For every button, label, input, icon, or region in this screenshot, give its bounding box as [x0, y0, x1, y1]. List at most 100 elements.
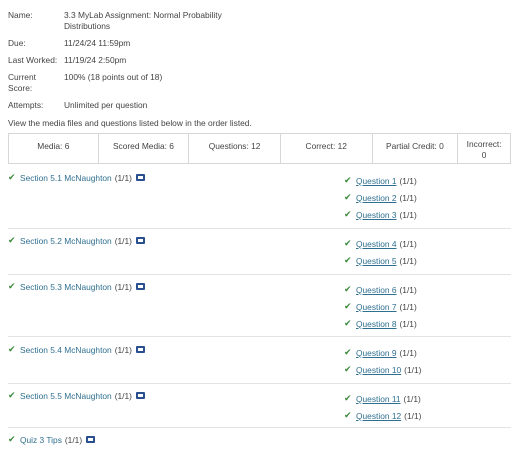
stat-partial-credit: Partial Credit: 0: [373, 134, 459, 163]
section-link[interactable]: Section 5.2 McNaughton: [20, 236, 112, 246]
check-icon: ✔: [344, 284, 352, 294]
section-header: ✔ Section 5.5 McNaughton (1/1): [8, 390, 145, 401]
media-icon[interactable]: [135, 346, 145, 353]
media-icon[interactable]: [135, 237, 145, 244]
quiz-tips-link[interactable]: Quiz 3 Tips: [20, 435, 62, 445]
section-score: (1/1): [114, 172, 132, 183]
section-link[interactable]: Section 5.5 McNaughton: [20, 391, 112, 401]
check-icon: ✔: [8, 390, 16, 400]
question-link[interactable]: Question 2: [356, 193, 397, 203]
section-5-2: ✔ Section 5.2 McNaughton (1/1) ✔ Questio…: [8, 235, 511, 275]
section-header: ✔ Section 5.2 McNaughton (1/1): [8, 235, 145, 246]
stat-correct: Correct: 12: [281, 134, 373, 163]
question-link[interactable]: Question 5: [356, 256, 397, 266]
question-link[interactable]: Question 8: [356, 319, 397, 329]
question-row: ✔ Question 11 (1/1): [344, 390, 421, 407]
section-link[interactable]: Section 5.1 McNaughton: [20, 173, 112, 183]
section-score: (1/1): [114, 235, 132, 246]
section-score: (1/1): [114, 281, 132, 292]
question-row: ✔ Question 6 (1/1): [344, 281, 417, 298]
media-icon[interactable]: [135, 392, 145, 399]
question-link[interactable]: Question 10: [356, 365, 401, 375]
question-row: ✔ Question 1 (1/1): [344, 172, 417, 189]
media-icon[interactable]: [135, 174, 145, 181]
question-link[interactable]: Question 9: [356, 348, 397, 358]
check-icon: ✔: [344, 318, 352, 328]
question-row: ✔ Question 12 (1/1): [344, 407, 421, 424]
section-link[interactable]: Section 5.3 McNaughton: [20, 282, 112, 292]
check-icon: ✔: [344, 301, 352, 311]
section-5-5: ✔ Section 5.5 McNaughton (1/1) ✔ Questio…: [8, 390, 511, 428]
info-due-row: Due: 11/24/24 11:59pm: [8, 38, 130, 49]
question-score: (1/1): [399, 175, 417, 186]
question-link[interactable]: Question 6: [356, 285, 397, 295]
question-list: ✔ Question 6 (1/1) ✔ Question 7 (1/1) ✔ …: [344, 281, 417, 332]
question-row: ✔ Question 4 (1/1): [344, 235, 417, 252]
info-last-worked-row: Last Worked: 11/19/24 2:50pm: [8, 55, 126, 66]
check-icon: ✔: [344, 364, 352, 374]
question-link[interactable]: Question 12: [356, 411, 401, 421]
check-icon: ✔: [344, 209, 352, 219]
last-worked-label: Last Worked:: [8, 55, 58, 65]
instructions-note: View the media files and questions liste…: [8, 118, 252, 128]
check-icon: ✔: [8, 172, 16, 182]
media-icon[interactable]: [86, 436, 96, 443]
question-link[interactable]: Question 3: [356, 210, 397, 220]
stat-questions: Questions: 12: [189, 134, 281, 163]
question-row: ✔ Question 7 (1/1): [344, 298, 417, 315]
question-row: ✔ Question 10 (1/1): [344, 361, 421, 378]
check-icon: ✔: [344, 393, 352, 403]
section-5-3: ✔ Section 5.3 McNaughton (1/1) ✔ Questio…: [8, 281, 511, 337]
due-value: 11/24/24 11:59pm: [64, 38, 131, 48]
question-score: (1/1): [399, 318, 417, 329]
section-link[interactable]: Section 5.4 McNaughton: [20, 345, 112, 355]
check-icon: ✔: [344, 175, 352, 185]
question-link[interactable]: Question 7: [356, 302, 397, 312]
stat-incorrect: Incorrect: 0: [458, 134, 510, 163]
question-list: ✔ Question 1 (1/1) ✔ Question 2 (1/1) ✔ …: [344, 172, 417, 223]
question-row: ✔ Question 2 (1/1): [344, 189, 417, 206]
stat-media: Media: 6: [9, 134, 99, 163]
question-score: (1/1): [399, 255, 417, 266]
attempts-label: Attempts:: [8, 100, 44, 110]
check-icon: ✔: [344, 410, 352, 420]
question-link[interactable]: Question 1: [356, 176, 397, 186]
section-5-1: ✔ Section 5.1 McNaughton (1/1) ✔ Questio…: [8, 172, 511, 229]
question-score: (1/1): [399, 238, 417, 249]
last-worked-value: 11/19/24 2:50pm: [64, 55, 127, 65]
question-link[interactable]: Question 4: [356, 239, 397, 249]
question-score: (1/1): [399, 347, 417, 358]
section-5-4: ✔ Section 5.4 McNaughton (1/1) ✔ Questio…: [8, 344, 511, 384]
section-score: (1/1): [114, 390, 132, 401]
assignment-name: 3.3 MyLab Assignment: Normal Probability…: [64, 10, 222, 32]
info-attempts-row: Attempts: Unlimited per question: [8, 100, 147, 111]
name-label: Name:: [8, 10, 33, 20]
check-icon: ✔: [344, 255, 352, 265]
due-label: Due:: [8, 38, 26, 48]
info-score-row: Current Score: 100% (18 points out of 18…: [8, 72, 162, 94]
stat-incorrect-label: Incorrect:: [466, 139, 502, 149]
question-link[interactable]: Question 11: [356, 394, 401, 404]
question-score: (1/1): [399, 301, 417, 312]
current-score-value: 100% (18 points out of 18): [64, 72, 163, 82]
check-icon: ✔: [8, 434, 16, 444]
question-score: (1/1): [403, 393, 421, 404]
media-icon[interactable]: [135, 283, 145, 290]
info-name-row: Name: 3.3 MyLab Assignment: Normal Proba…: [8, 10, 222, 32]
stat-scored-media: Scored Media: 6: [99, 134, 190, 163]
question-list: ✔ Question 11 (1/1) ✔ Question 12 (1/1): [344, 390, 421, 424]
check-icon: ✔: [8, 235, 16, 245]
question-list: ✔ Question 9 (1/1) ✔ Question 10 (1/1): [344, 344, 421, 378]
check-icon: ✔: [344, 192, 352, 202]
stat-incorrect-value: 0: [481, 150, 487, 160]
question-row: ✔ Question 5 (1/1): [344, 252, 417, 269]
summary-stats-table: Media: 6 Scored Media: 6 Questions: 12 C…: [8, 133, 511, 164]
section-score: (1/1): [114, 344, 132, 355]
current-score-label: Current Score:: [8, 72, 64, 94]
assignment-name-line1: 3.3 MyLab Assignment: Normal Probability: [64, 10, 222, 20]
section-header: ✔ Section 5.3 McNaughton (1/1): [8, 281, 145, 292]
section-header: ✔ Section 5.4 McNaughton (1/1): [8, 344, 145, 355]
check-icon: ✔: [344, 238, 352, 248]
question-row: ✔ Question 8 (1/1): [344, 315, 417, 332]
check-icon: ✔: [8, 281, 16, 291]
